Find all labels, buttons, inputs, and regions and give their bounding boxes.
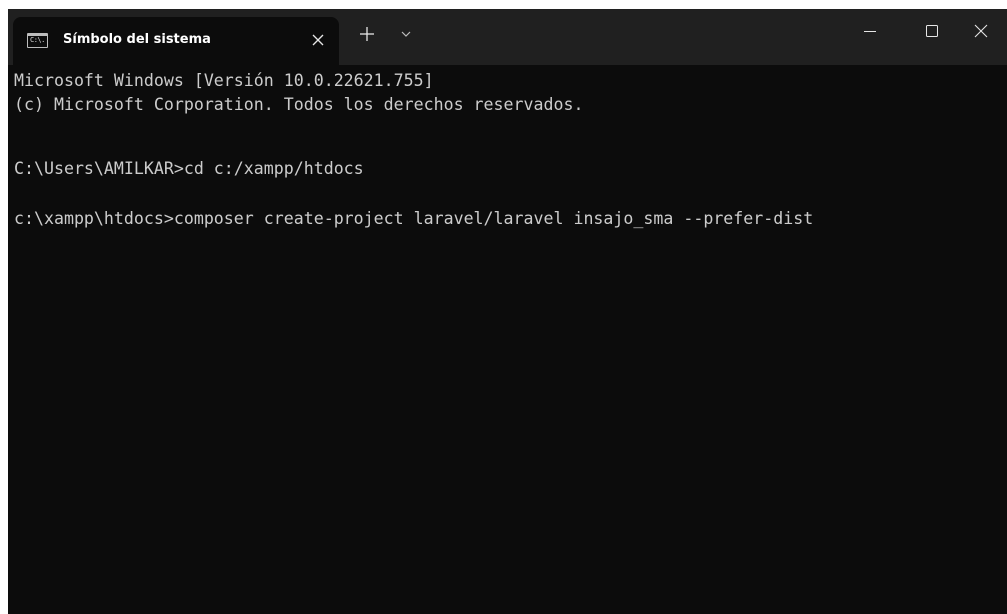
console-line: (c) Microsoft Corporation. Todos los der… [14, 95, 584, 114]
plus-icon[interactable] [356, 23, 378, 45]
title-bar[interactable]: C:\. Símbolo del sistema [8, 9, 1007, 65]
maximize-icon[interactable] [920, 19, 944, 43]
close-icon[interactable] [969, 19, 993, 43]
tab-simbolo-del-sistema[interactable]: C:\. Símbolo del sistema [13, 17, 339, 65]
console-line: Microsoft Windows [Versión 10.0.22621.75… [14, 71, 434, 90]
console-line: c:\xampp\htdocs>composer create-project … [14, 209, 814, 228]
chevron-down-icon[interactable] [398, 27, 414, 41]
console-line: C:\Users\AMILKAR>cd c:/xampp/htdocs [14, 159, 364, 178]
console-app-icon: C:\. [27, 33, 48, 48]
console-app-icon-text: C:\. [30, 36, 45, 44]
terminal-window: C:\. Símbolo del sistema Microsoft Windo… [8, 9, 1007, 614]
close-icon[interactable] [308, 30, 328, 50]
minimize-icon[interactable] [858, 19, 882, 43]
console-output[interactable]: Microsoft Windows [Versión 10.0.22621.75… [8, 65, 1007, 614]
tab-title: Símbolo del sistema [63, 32, 211, 47]
